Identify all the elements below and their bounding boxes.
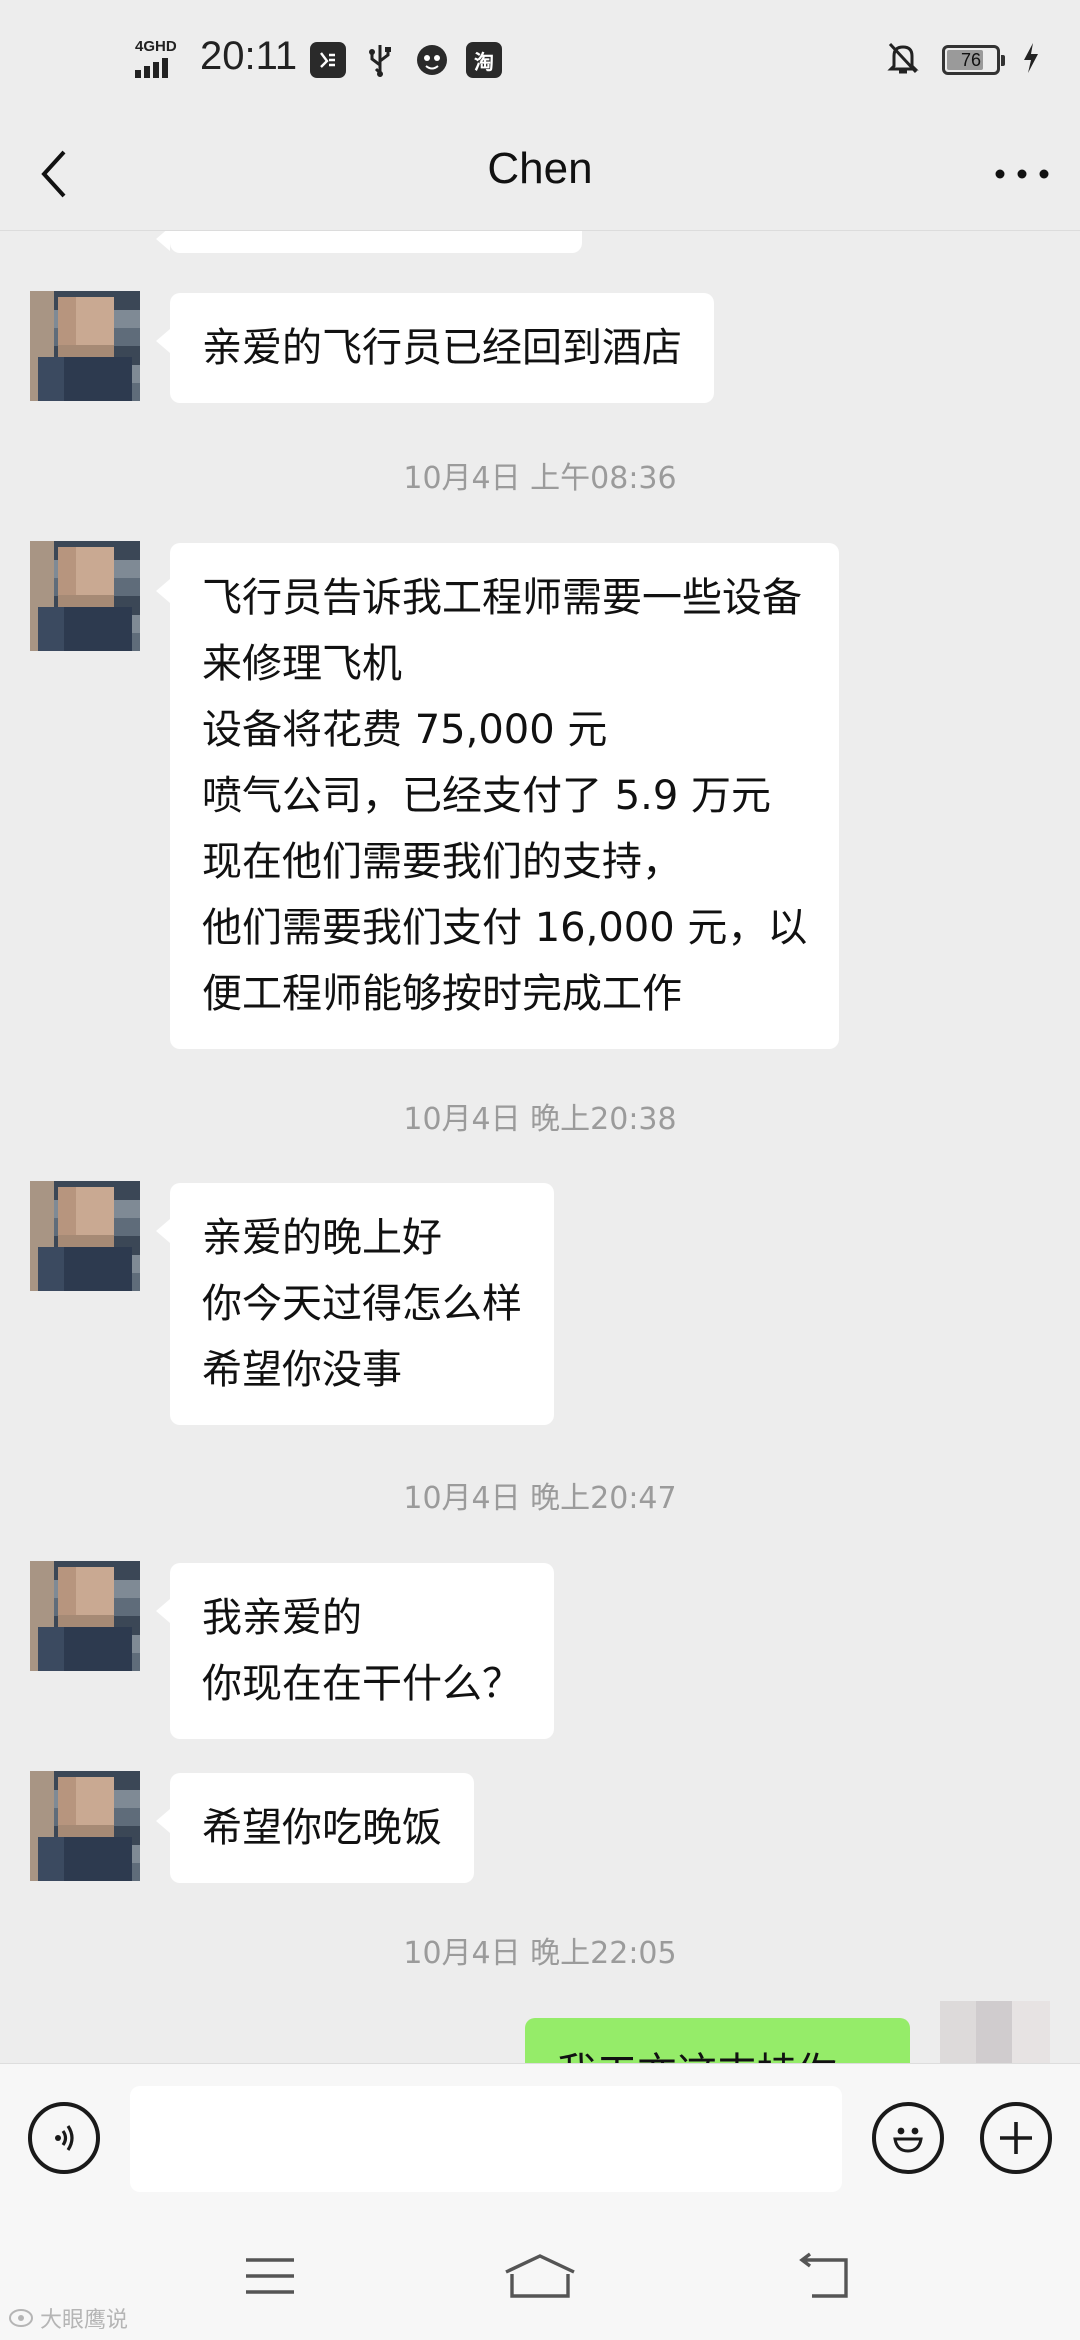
battery-level: 76 [960,49,982,70]
usb-icon [362,42,398,78]
plus-icon [1000,2122,1032,2154]
chat-header: Chen [0,120,1080,231]
nav-home-button[interactable] [500,2241,580,2311]
chevron-left-icon [41,150,66,198]
timestamp: 10月4日 晚上20:38 [403,1102,677,1137]
message-text-line: 飞行员告诉我工程师需要一些设备 [202,575,802,621]
message-text-line: 我亲爱的 [202,1595,362,1641]
outgoing-message-bubble[interactable]: 我工亦这支持你 [525,2018,910,2063]
face-app-icon [414,42,450,78]
back-arrow-icon [799,2252,848,2298]
watermark: 大眼鹰说 [8,2302,128,2334]
app-notification-icon [310,42,346,78]
message-text-line: 他们需要我们支付 16,000 元，以 [202,905,808,951]
chat-title: Chen [487,144,593,193]
message-text: 我工亦这支持你 [557,2050,837,2063]
message-input[interactable] [130,2086,842,2192]
message-text-line: 设备将花费 75,000 元 [202,707,608,753]
message-text-line: 便工程师能够按时完成工作 [202,971,682,1017]
message-bubble[interactable]: 飞行员告诉我工程师需要一些设备 来修理飞机 设备将花费 75,000 元 喷气公… [155,543,840,1049]
more-dots-icon [995,169,1049,179]
timestamp: 10月4日 上午08:36 [403,461,677,496]
message-bubble[interactable]: 亲爱的晚上好 你今天过得怎么样 希望你没事 [156,1183,554,1425]
voice-button[interactable] [28,2102,100,2174]
message-text: 希望你吃晚饭 [202,1805,442,1851]
menu-icon [246,2258,294,2294]
contact-avatar[interactable] [30,1561,140,1671]
back-button[interactable] [22,142,86,206]
message-text-line: 亲爱的晚上好 [202,1215,442,1261]
message-bubble[interactable]: 希望你吃晚饭 [156,1773,474,1883]
message-text-line: 来修理飞机 [202,641,402,687]
signal-icon [135,56,168,78]
timestamp: 10月4日 晚上22:05 [403,1936,677,1971]
network-indicator: 4GHD [135,38,191,80]
timestamp: 10月4日 晚上20:47 [403,1481,677,1516]
message-bubble[interactable]: 我亲爱的 你现在在干什么？ [156,1563,554,1739]
status-time: 20:11 [200,34,298,78]
input-bar [0,2063,1080,2214]
message-text-line: 喷气公司，已经支付了 5.9 万元 [202,773,772,819]
home-icon [505,2254,575,2298]
more-button[interactable] [986,142,1058,206]
network-type-label: 4GHD [135,38,177,55]
nav-back-button[interactable] [784,2241,864,2311]
message-bubble[interactable]: 亲爱的飞行员已经回到酒店 [156,293,714,403]
message-text: 亲爱的飞行员已经回到酒店 [202,325,682,371]
charging-icon [1022,42,1040,78]
message-text-line: 现在他们需要我们的支持， [202,839,682,885]
nav-menu-button[interactable] [230,2241,310,2311]
battery-icon: 76 [942,45,1005,75]
plus-button[interactable] [980,2102,1052,2174]
message-text-line: 你今天过得怎么样 [202,1281,522,1327]
chat-messages[interactable]: 亲爱的飞行员已经回到酒店 10月4日 上午08:36 飞行员告诉我工程师需要一些… [0,231,1080,2063]
emoji-icon [893,2127,923,2153]
mute-bell-icon [886,40,920,80]
system-nav-bar: 大眼鹰说 [0,2213,1080,2340]
contact-avatar[interactable] [30,541,140,651]
taobao-icon: 淘 [466,42,502,78]
emoji-button[interactable] [872,2102,944,2174]
message-text-line: 你现在在干什么？ [202,1661,522,1707]
status-bar: 4GHD 20:11 淘 76 [0,0,1080,120]
voice-icon [55,2125,74,2151]
message-text-line: 希望你没事 [202,1347,402,1393]
contact-avatar[interactable] [30,291,140,401]
status-right: 76 [886,40,1040,80]
contact-avatar[interactable] [30,1771,140,1881]
watermark-logo-icon [9,2309,33,2327]
contact-avatar[interactable] [30,1181,140,1291]
message-bubble-cutoff[interactable] [156,231,582,253]
notification-icons: 淘 [310,42,502,78]
watermark-text: 大眼鹰说 [40,2308,129,2333]
self-avatar[interactable] [940,2001,1050,2063]
